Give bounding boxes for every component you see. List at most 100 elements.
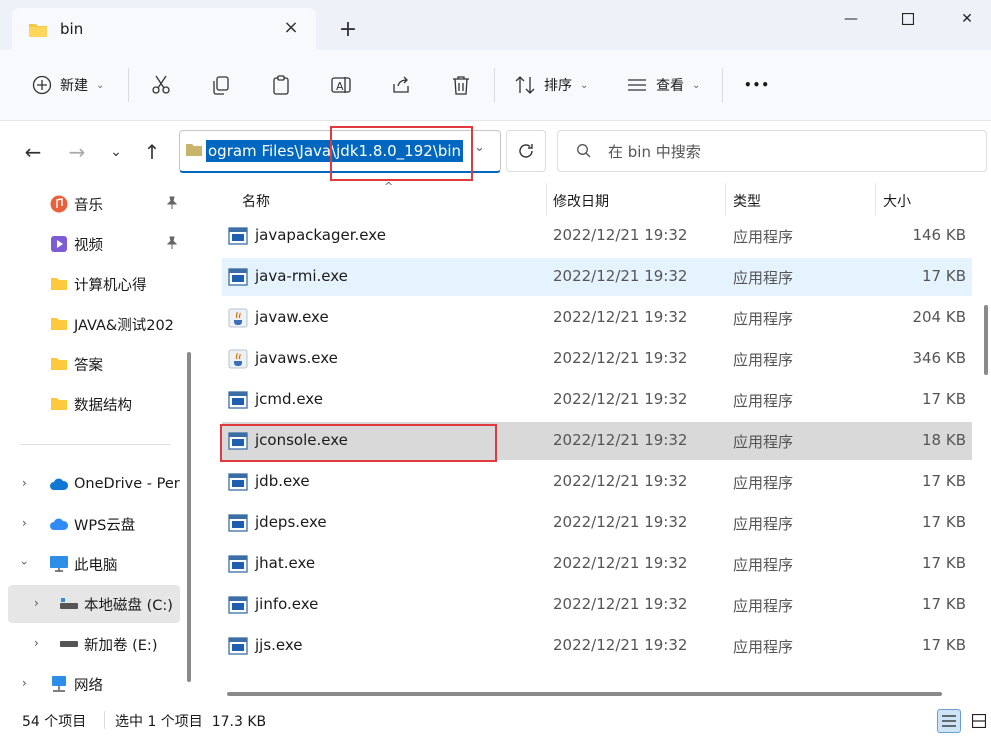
sidebar-item-folder[interactable]: JAVA&测试202 xyxy=(8,305,184,343)
sidebar-item-folder[interactable]: 答案 xyxy=(8,345,184,383)
maximize-button[interactable] xyxy=(885,4,931,34)
chevron-right-icon[interactable]: › xyxy=(22,476,27,490)
file-row[interactable]: jinfo.exe 2022/12/21 19:32 应用程序 17 KB xyxy=(222,586,972,624)
list-scrollbar[interactable] xyxy=(984,305,988,375)
column-header-name[interactable]: 名称 xyxy=(242,191,270,211)
file-row[interactable]: javaws.exe 2022/12/21 19:32 应用程序 346 KB xyxy=(222,340,972,378)
file-row[interactable]: jdb.exe 2022/12/21 19:32 应用程序 17 KB xyxy=(222,463,972,501)
sidebar-item-network[interactable]: › 网络 xyxy=(8,665,184,703)
sort-icon xyxy=(515,76,535,94)
rename-button[interactable]: A xyxy=(330,64,352,106)
file-name: java-rmi.exe xyxy=(255,267,348,285)
tab-bin[interactable]: bin × xyxy=(12,8,316,50)
up-arrow-icon[interactable]: ↑ xyxy=(138,138,166,166)
sidebar-scrollbar[interactable] xyxy=(187,352,191,682)
column-header-date[interactable]: 修改日期 xyxy=(553,191,609,211)
cut-button[interactable] xyxy=(150,64,172,106)
file-name: jcmd.exe xyxy=(255,390,323,408)
file-date: 2022/12/21 19:32 xyxy=(553,390,688,408)
new-tab-button[interactable]: + xyxy=(334,16,362,44)
file-row[interactable]: javapackager.exe 2022/12/21 19:32 应用程序 146 … xyxy=(222,217,972,255)
more-button[interactable]: ••• xyxy=(744,64,770,106)
file-type: 应用程序 xyxy=(733,310,794,328)
minimize-button[interactable]: — xyxy=(828,4,874,34)
file-row[interactable]: java-rmi.exe 2022/12/21 19:32 应用程序 17 KB xyxy=(222,258,972,296)
view-button[interactable]: 查看 ⌄ xyxy=(626,64,700,106)
sidebar-item-onedrive[interactable]: › OneDrive - Per xyxy=(8,465,184,503)
file-size: 17 KB xyxy=(922,267,966,285)
copy-button[interactable] xyxy=(210,64,232,106)
sidebar-item-videos[interactable]: 视频 xyxy=(8,225,184,263)
file-name: javapackager.exe xyxy=(255,226,386,244)
file-size: 17 KB xyxy=(922,636,966,654)
scissors-icon xyxy=(152,75,170,94)
share-icon xyxy=(393,76,409,93)
chevron-down-icon[interactable]: › xyxy=(17,561,31,566)
file-name: jinfo.exe xyxy=(255,595,319,613)
file-type: 应用程序 xyxy=(733,433,794,451)
address-dropdown-icon[interactable]: ⌄ xyxy=(474,140,485,155)
file-row[interactable]: jdeps.exe 2022/12/21 19:32 应用程序 17 KB xyxy=(222,504,972,542)
column-header-size[interactable]: 大小 xyxy=(883,191,911,211)
search-box[interactable]: 在 bin 中搜索 xyxy=(557,130,987,172)
close-button[interactable]: ✕ xyxy=(944,4,990,34)
exe-window-icon xyxy=(228,267,248,287)
file-date: 2022/12/21 19:32 xyxy=(553,513,688,531)
tab-title: bin xyxy=(60,20,84,38)
chevron-down-icon: ⌄ xyxy=(580,79,589,91)
chevron-right-icon[interactable]: › xyxy=(22,516,27,530)
file-size: 146 KB xyxy=(912,226,966,244)
file-name: jhat.exe xyxy=(255,554,316,572)
copy-icon xyxy=(213,76,229,95)
tiles-view-button[interactable] xyxy=(968,709,990,733)
sidebar-item-label: JAVA&测试202 xyxy=(74,317,174,334)
sidebar-item-drive-e[interactable]: › 新加卷 (E:) xyxy=(8,625,184,663)
exe-window-icon xyxy=(228,226,248,246)
file-date: 2022/12/21 19:32 xyxy=(553,308,688,326)
column-header-row: 名称 ^ 修改日期 类型 大小 xyxy=(222,180,977,215)
share-button[interactable] xyxy=(390,64,412,106)
sidebar-item-folder[interactable]: 计算机心得 xyxy=(8,265,184,303)
column-header-type[interactable]: 类型 xyxy=(733,191,761,211)
refresh-button[interactable] xyxy=(506,130,546,172)
file-type: 应用程序 xyxy=(733,228,794,246)
pin-icon[interactable] xyxy=(166,196,178,214)
paste-button[interactable] xyxy=(270,64,292,106)
file-size: 17 KB xyxy=(922,513,966,531)
file-name: javaws.exe xyxy=(255,349,338,367)
back-arrow-icon[interactable]: ← xyxy=(19,138,47,166)
file-row[interactable]: jcmd.exe 2022/12/21 19:32 应用程序 17 KB xyxy=(222,381,972,419)
recent-chevron-icon[interactable]: ⌄ xyxy=(102,138,130,166)
file-row[interactable]: javaw.exe 2022/12/21 19:32 应用程序 204 KB xyxy=(222,299,972,337)
annotation-highlight-box xyxy=(220,424,497,462)
rename-icon: A xyxy=(331,77,351,93)
folder-icon xyxy=(48,355,70,373)
chevron-right-icon[interactable]: › xyxy=(34,596,39,610)
pin-icon[interactable] xyxy=(166,236,178,254)
details-view-button[interactable] xyxy=(937,709,961,733)
sidebar-item-folder[interactable]: 数据结构 xyxy=(8,385,184,423)
sidebar-item-label: 本地磁盘 (C:) xyxy=(84,597,173,614)
music-icon xyxy=(48,195,70,213)
new-button[interactable]: 新建 ⌄ xyxy=(32,64,104,106)
sort-button[interactable]: 排序 ⌄ xyxy=(514,64,588,106)
sidebar-item-music[interactable]: 音乐 xyxy=(8,185,184,223)
file-row[interactable]: jhat.exe 2022/12/21 19:32 应用程序 17 KB xyxy=(222,545,972,583)
chevron-right-icon[interactable]: › xyxy=(34,636,39,650)
horizontal-scrollbar[interactable] xyxy=(227,692,942,696)
divider xyxy=(546,183,547,215)
file-size: 17 KB xyxy=(922,390,966,408)
folder-icon xyxy=(28,22,48,42)
sidebar-item-wps-cloud[interactable]: › WPS云盘 xyxy=(8,505,184,543)
file-type: 应用程序 xyxy=(733,351,794,369)
sidebar-item-local-disk-c[interactable]: › 本地磁盘 (C:) xyxy=(8,585,180,623)
forward-arrow-icon[interactable]: → xyxy=(63,138,91,166)
file-date: 2022/12/21 19:32 xyxy=(553,267,688,285)
file-row[interactable]: jjs.exe 2022/12/21 19:32 应用程序 17 KB xyxy=(222,627,972,665)
delete-button[interactable] xyxy=(450,64,472,106)
divider xyxy=(20,444,170,445)
sidebar-item-this-pc[interactable]: › 此电脑 xyxy=(8,545,184,583)
chevron-right-icon[interactable]: › xyxy=(22,676,27,690)
sort-label: 排序 xyxy=(544,78,572,94)
tab-close-icon[interactable]: × xyxy=(280,17,302,39)
